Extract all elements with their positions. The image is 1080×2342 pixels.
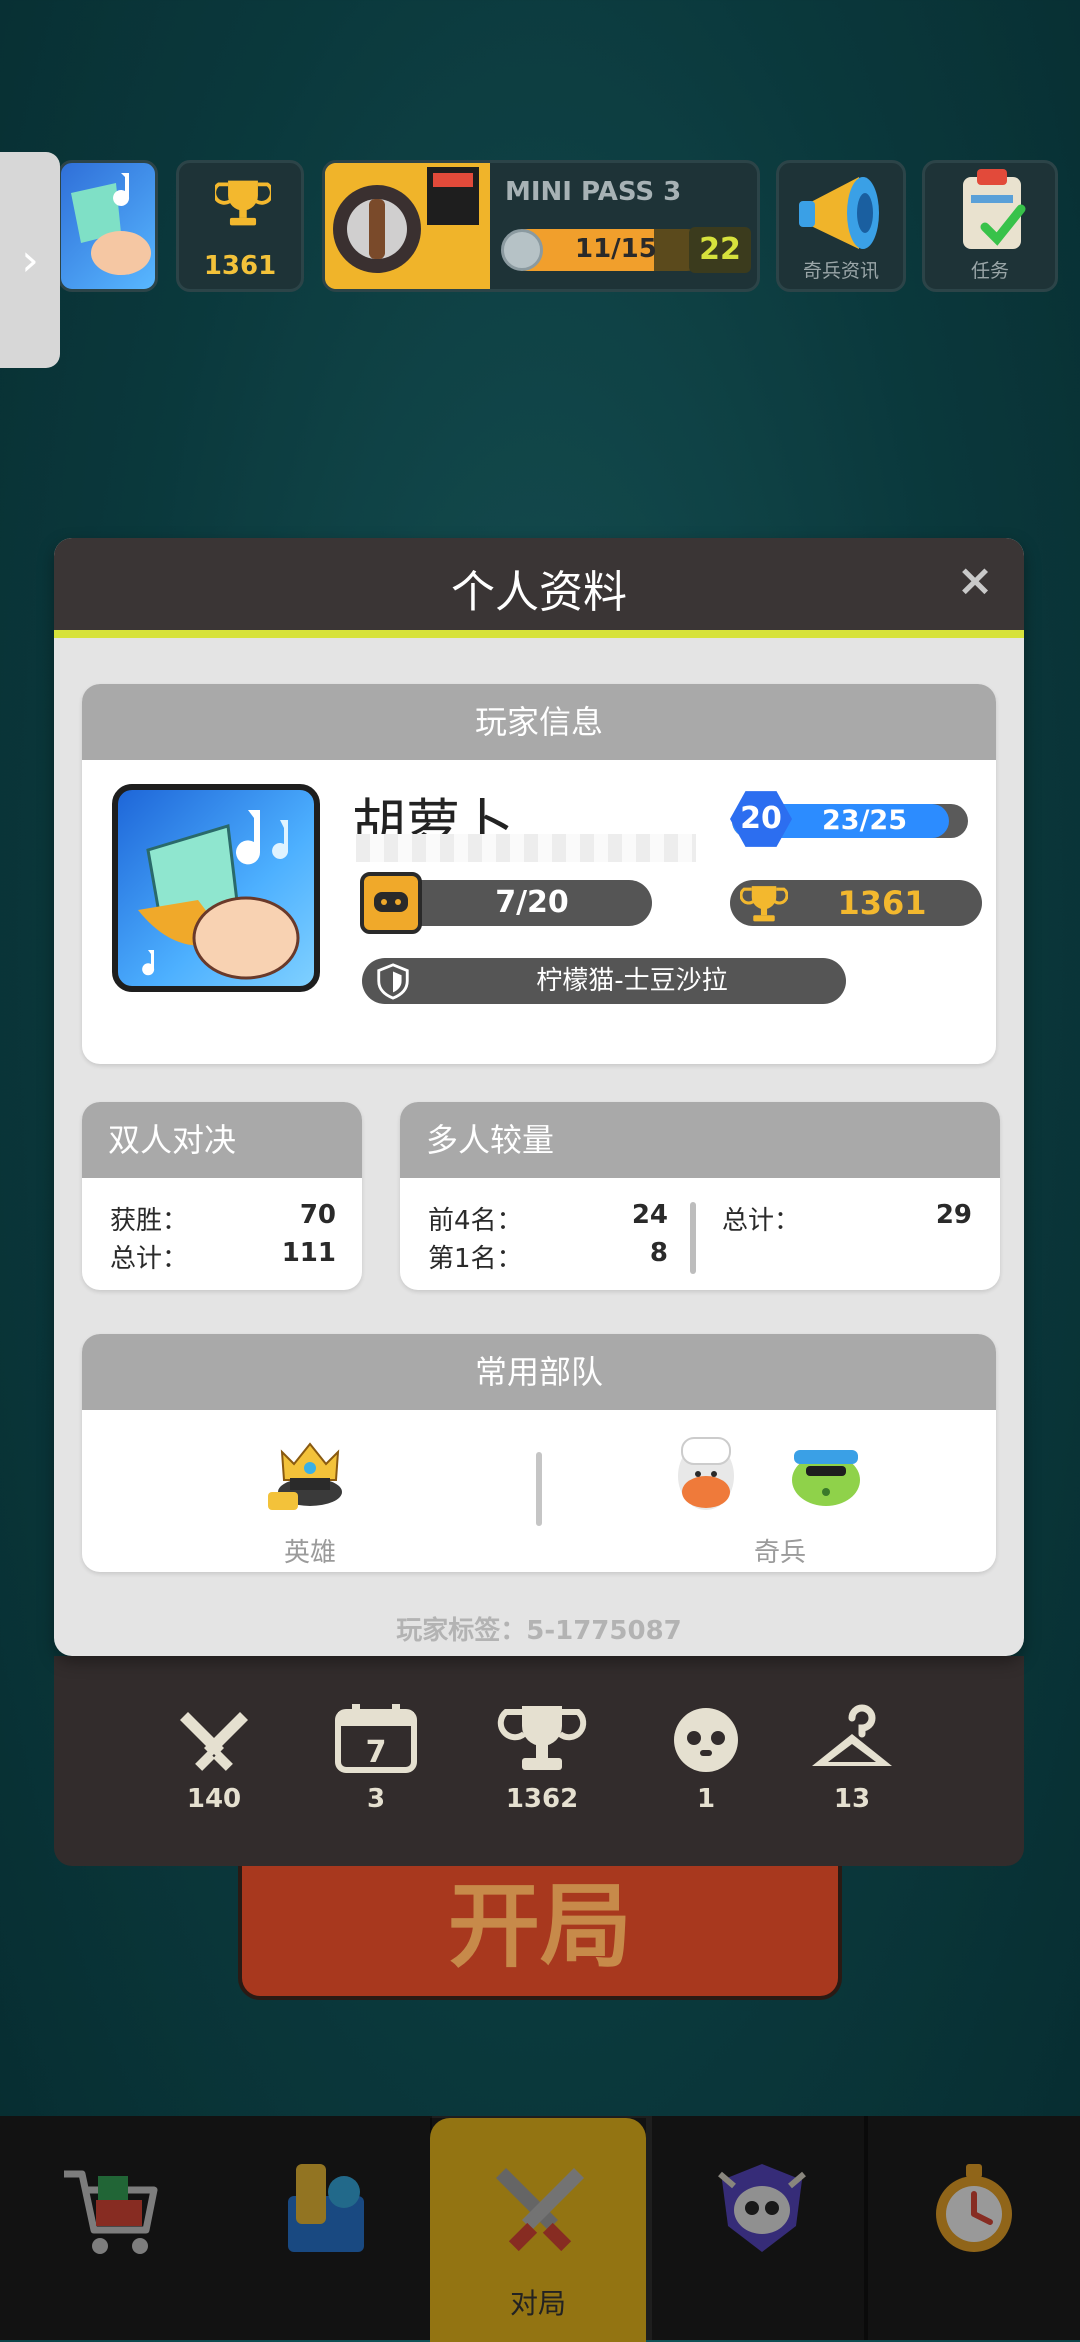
tasks-button[interactable]: 任务 [922, 160, 1058, 292]
duel-stats-panel: 双人对决 获胜： 70 总计： 111 [82, 1102, 362, 1290]
multiplayer-stats-panel: 多人较量 前4名： 24 第1名： 8 总计： 29 [400, 1102, 1000, 1290]
side-expand-tab[interactable]: › [0, 152, 60, 368]
hanger-icon [812, 1704, 892, 1766]
emotes-stat[interactable]: 1 [646, 1704, 766, 1814]
skins-stat[interactable]: 13 [792, 1704, 912, 1814]
nav-events[interactable] [864, 2116, 1080, 2340]
battles-value: 140 [186, 1784, 242, 1814]
pass-lock-icon [325, 163, 490, 289]
club-name: 柠檬猫-士豆沙拉 [536, 966, 728, 996]
bottom-nav: 对局 [0, 2116, 1080, 2342]
duel-header: 双人对决 [82, 1102, 362, 1178]
trophy-count: 1361 [203, 251, 277, 281]
troop-chef-icon[interactable] [662, 1428, 750, 1516]
trophies-count: 1361 [837, 884, 927, 922]
nav-collection[interactable] [216, 2116, 432, 2340]
face-icon [674, 1708, 738, 1772]
troops-divider [536, 1452, 542, 1526]
multi-total-value: 29 [935, 1200, 972, 1230]
duel-total-value: 111 [281, 1238, 336, 1268]
top4-label: 前4名： [428, 1206, 523, 1236]
start-match-button[interactable]: 开局 [238, 1860, 842, 2000]
trophy-button[interactable]: 1361 [176, 160, 304, 292]
clipboard-check-icon [963, 169, 1026, 249]
duel-total-label: 总计： [110, 1244, 189, 1274]
pass-level-badge: 22 [689, 227, 751, 273]
harp-hand-icon [71, 173, 151, 275]
multi-total-label: 总计： [722, 1206, 801, 1236]
pass-coin-icon [501, 229, 543, 271]
level-progress-text: 23/25 [822, 805, 908, 836]
player-info-header: 玩家信息 [82, 684, 996, 760]
nav-club[interactable] [652, 2116, 868, 2340]
player-info-panel: 玩家信息 胡萝卜 20 23/25 7/20 1361 柠檬猫-士豆沙拉 [82, 684, 996, 1064]
multiplayer-header: 多人较量 [400, 1102, 1000, 1178]
player-avatar[interactable] [112, 784, 320, 992]
days-stat[interactable]: 7 3 [316, 1704, 436, 1814]
first-place-label: 第1名： [428, 1244, 523, 1274]
calendar-icon: 7 [335, 1704, 417, 1773]
pass-title: MINI PASS 3 [505, 177, 682, 207]
nav-battle[interactable]: 对局 [430, 2118, 646, 2342]
stats-strip: 140 7 3 1362 1 13 [54, 1656, 1024, 1866]
modal-header: 个人资料 × [54, 538, 1024, 638]
duel-wins-label: 获胜： [110, 1206, 189, 1236]
shield-icon [377, 963, 409, 1000]
max-trophies-stat[interactable]: 1362 [482, 1704, 602, 1814]
name-decoration [356, 834, 696, 862]
level-badge: 20 [730, 791, 792, 847]
troops-header: 常用部队 [82, 1334, 996, 1410]
close-icon[interactable]: × [952, 558, 998, 604]
troop-label: 奇兵 [754, 1538, 807, 1568]
favorite-troops-panel: 常用部队 英雄 奇兵 [82, 1334, 996, 1572]
megaphone-icon [799, 177, 879, 249]
troop-green-icon[interactable] [782, 1428, 870, 1516]
mini-pass-button[interactable]: MINI PASS 3 11/15 22 [322, 160, 760, 292]
pass-progress-text: 11/15 [575, 234, 657, 264]
harp-hand-icon [138, 810, 300, 980]
trophy-icon [215, 180, 271, 226]
calendar-day: 7 [366, 1735, 387, 1770]
player-tag[interactable]: 玩家标签：5-1775087 [54, 1610, 1024, 1647]
tasks-label: 任务 [970, 260, 1009, 282]
modal-title: 个人资料 [451, 567, 627, 618]
profile-avatar-button[interactable] [58, 160, 158, 292]
skins-value: 13 [833, 1784, 871, 1814]
days-value: 3 [366, 1784, 386, 1814]
battles-stat[interactable]: 140 [154, 1704, 274, 1814]
start-match-label: 开局 [447, 1873, 632, 1980]
duel-wins-value: 70 [299, 1200, 336, 1230]
pass-banner-image [325, 163, 490, 289]
news-label: 奇兵资讯 [802, 260, 879, 282]
stats-divider [690, 1202, 696, 1274]
card-face-icon [360, 872, 422, 934]
cards-count: 7/20 [495, 885, 569, 920]
hero-label: 英雄 [284, 1538, 337, 1568]
first-place-value: 8 [649, 1238, 668, 1268]
nav-shop[interactable] [0, 2116, 216, 2340]
max-trophies-value: 1362 [505, 1784, 579, 1814]
news-button[interactable]: 奇兵资讯 [776, 160, 906, 292]
emotes-value: 1 [696, 1784, 716, 1814]
trophy-icon [740, 886, 788, 922]
top4-value: 24 [631, 1200, 668, 1230]
trophy-icon [497, 1706, 587, 1770]
profile-modal: 个人资料 × 玩家信息 胡萝卜 20 23/25 7/20 1361 柠檬猫-士… [54, 538, 1024, 1656]
hero-king-icon[interactable] [266, 1428, 354, 1516]
crossed-swords-icon [180, 1712, 248, 1771]
chevron-right-icon: › [21, 234, 39, 286]
